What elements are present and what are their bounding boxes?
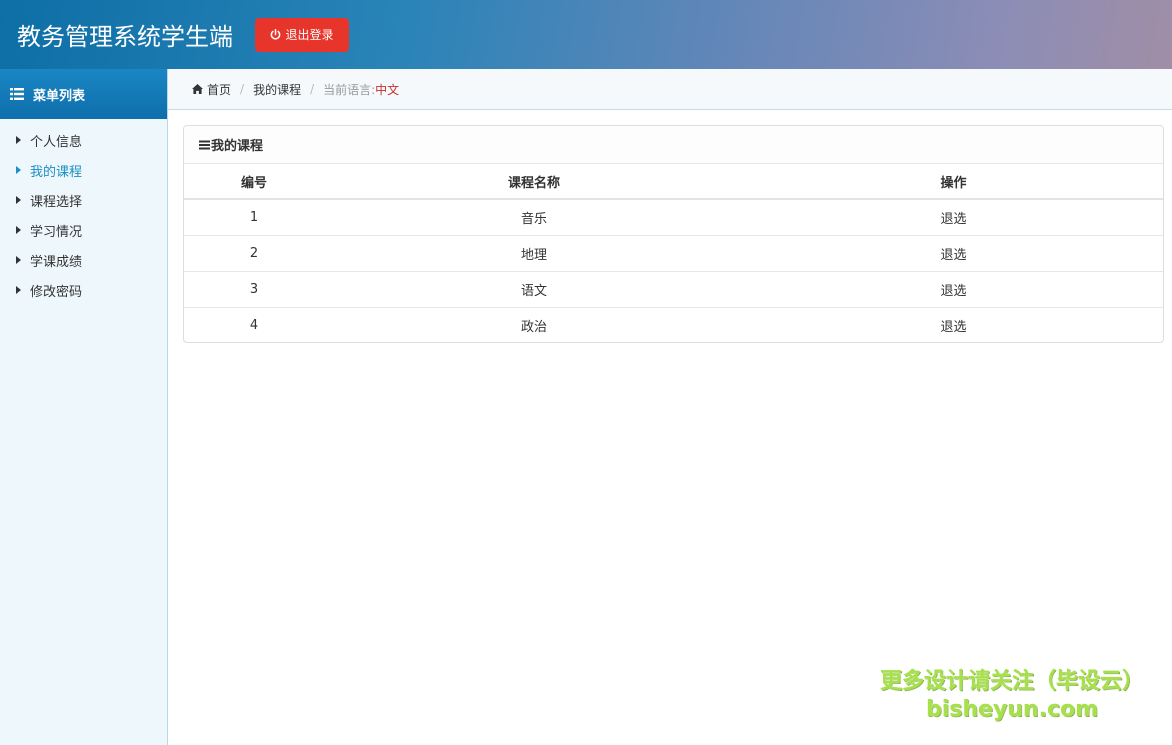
table-row: 4 政治 退选 — [184, 306, 1163, 342]
sidebar-item-my-courses[interactable]: 我的课程 — [0, 155, 167, 185]
table-row: 1 音乐 退选 — [184, 199, 1163, 235]
sidebar-item-label: 个人信息 — [30, 134, 83, 150]
panel-heading: 我的课程 — [184, 126, 1163, 164]
cell-course-name: 音乐 — [520, 211, 547, 227]
my-courses-panel: 我的课程 编号 课程名称 操作 1 音乐 退选 2 地理 退选 3 语文 退选 … — [183, 125, 1164, 343]
language-label: 当前语言: — [323, 82, 376, 97]
drop-course-link[interactable]: 退选 — [940, 320, 966, 335]
sidebar-item-label: 课程选择 — [30, 194, 83, 210]
table-row: 3 语文 退选 — [184, 270, 1163, 307]
drop-course-link[interactable]: 退选 — [940, 248, 966, 263]
watermark-line2: bisheyun.com — [925, 697, 1099, 722]
cell-course-name: 政治 — [324, 306, 744, 342]
sidebar-heading-label: 菜单列表 — [33, 88, 86, 104]
column-header-id: 编号 — [184, 164, 324, 200]
panel-title: 我的课程 — [211, 139, 264, 154]
caret-right-icon — [16, 226, 21, 234]
sidebar-item-course-selection[interactable]: 课程选择 — [0, 185, 167, 215]
sidebar-item-label: 我的课程 — [30, 164, 83, 180]
power-icon — [271, 29, 281, 40]
sidebar-item-label: 学习情况 — [30, 224, 83, 240]
menu-lines-icon — [199, 140, 210, 149]
logout-label: 退出登录 — [285, 28, 334, 42]
cell-course-name: 地理 — [324, 234, 744, 271]
sidebar-item-change-password[interactable]: 修改密码 — [0, 275, 167, 305]
sidebar-item-profile[interactable]: 个人信息 — [0, 125, 167, 155]
caret-right-icon — [16, 196, 21, 204]
sidebar-item-study-status[interactable]: 学习情况 — [0, 215, 167, 245]
cell-id: 2 — [184, 234, 324, 271]
app-title: 教务管理系统学生端 — [17, 23, 233, 51]
sidebar-menu: 个人信息 我的课程 课程选择 学习情况 学课成绩 修改密码 — [0, 119, 167, 305]
sidebar-item-grades[interactable]: 学课成绩 — [0, 245, 167, 275]
drop-course-link[interactable]: 退选 — [940, 284, 966, 299]
drop-course-link[interactable]: 退选 — [940, 212, 966, 227]
watermark-line1: 更多设计请关注（毕设云） — [879, 669, 1144, 694]
column-header-action: 操作 — [744, 164, 1163, 200]
sidebar-item-label: 修改密码 — [30, 284, 83, 300]
column-header-course-name: 课程名称 — [324, 164, 744, 200]
cell-id: 3 — [184, 270, 324, 307]
courses-table: 编号 课程名称 操作 1 音乐 退选 2 地理 退选 3 语文 退选 4 政治 … — [184, 164, 1163, 342]
caret-right-icon — [16, 166, 21, 174]
sidebar: 菜单列表 个人信息 我的课程 课程选择 学习情况 学课成绩 修改密码 — [0, 69, 168, 745]
table-row: 2 地理 退选 — [184, 234, 1163, 271]
caret-right-icon — [16, 256, 21, 264]
caret-right-icon — [16, 286, 21, 294]
breadcrumb: 首页 / 我的课程 / 当前语言: 中文 — [168, 69, 1172, 110]
home-icon — [192, 84, 203, 94]
sidebar-item-label: 学课成绩 — [30, 254, 83, 270]
caret-right-icon — [16, 136, 21, 144]
breadcrumb-current: 我的课程 — [253, 82, 302, 97]
language-value[interactable]: 中文 — [375, 81, 399, 98]
app-header: 教务管理系统学生端 退出登录 — [0, 0, 1172, 69]
cell-course-name: 语文 — [324, 270, 744, 307]
sidebar-heading: 菜单列表 — [0, 69, 167, 119]
list-icon — [10, 88, 24, 100]
breadcrumb-separator: / — [310, 82, 315, 96]
table-header-row: 编号 课程名称 操作 — [184, 164, 1163, 200]
breadcrumb-home-link[interactable]: 首页 — [207, 81, 231, 98]
logout-button[interactable]: 退出登录 — [255, 17, 349, 52]
watermark: 更多设计请关注（毕设云） bisheyun.com — [880, 668, 1144, 724]
cell-id: 4 — [184, 306, 324, 342]
cell-id: 1 — [249, 209, 259, 225]
breadcrumb-separator: / — [240, 82, 245, 96]
